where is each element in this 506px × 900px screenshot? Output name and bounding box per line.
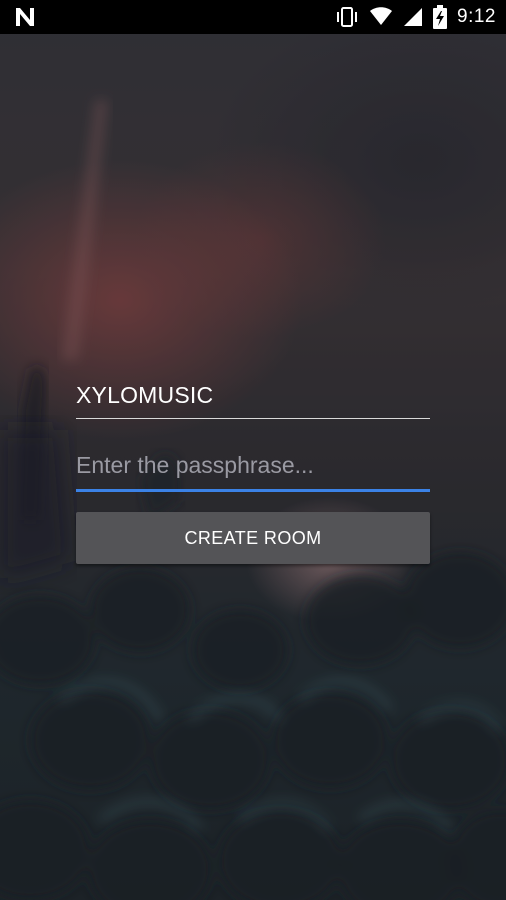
- room-name-value: XYLOMUSIC: [76, 382, 214, 408]
- status-icons: 9:12: [335, 0, 496, 34]
- passphrase-underline: [76, 489, 430, 492]
- passphrase-field[interactable]: [76, 442, 430, 492]
- passphrase-input[interactable]: [76, 442, 430, 488]
- status-bar: 9:12: [0, 0, 506, 34]
- wifi-icon: [370, 7, 393, 25]
- create-room-form: XYLOMUSIC CREATE ROOM: [76, 370, 430, 564]
- battery-charging-icon: [433, 5, 448, 29]
- status-time: 9:12: [457, 6, 496, 27]
- signal-icon: [404, 8, 423, 26]
- n-logo-icon: [16, 8, 34, 26]
- room-name-field[interactable]: XYLOMUSIC: [76, 370, 430, 420]
- create-room-button[interactable]: CREATE ROOM: [76, 512, 430, 564]
- vibrate-icon: [337, 7, 358, 27]
- room-name-underline: [76, 418, 430, 419]
